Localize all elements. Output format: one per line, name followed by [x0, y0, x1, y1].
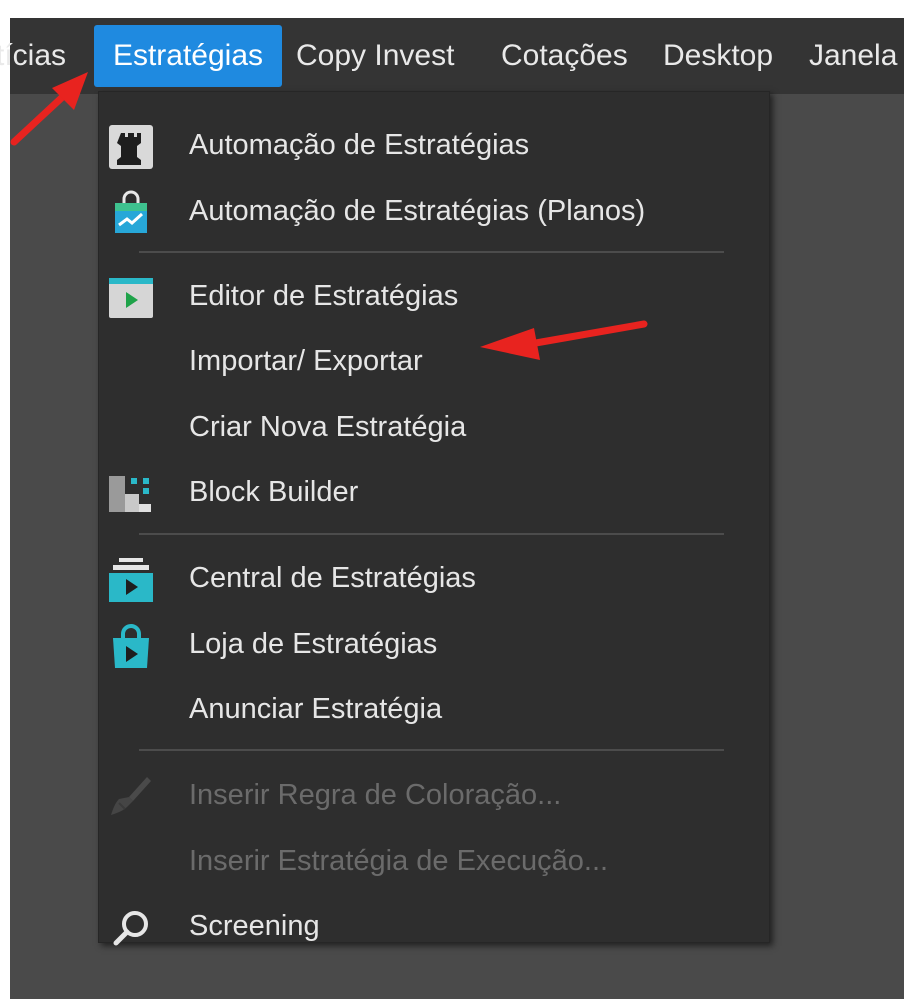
menu-item-label: Loja de Estratégias — [189, 628, 438, 660]
menu-desktop[interactable]: Desktop — [663, 25, 773, 87]
chess-rook-icon — [109, 125, 153, 169]
menu-item-label: Central de Estratégias — [189, 562, 476, 594]
play-window-icon — [109, 278, 153, 318]
menu-estrategias[interactable]: Estratégias — [94, 25, 282, 87]
menu-item-label: Block Builder — [189, 476, 359, 508]
menu-item-label: Automação de Estratégias — [189, 129, 530, 161]
stack-play-icon — [109, 558, 153, 602]
menu-item-automacao-planos[interactable]: Automação de Estratégias (Planos) — [99, 180, 769, 242]
menu-item-label: Criar Nova Estratégia — [189, 411, 467, 443]
menu-item-automacao-estrategias[interactable]: Automação de Estratégias — [99, 114, 769, 176]
menu-item-importar-exportar[interactable]: Importar/ Exportar — [99, 330, 769, 392]
shopping-bag-chart-icon — [115, 190, 147, 233]
shopping-bag-play-icon — [113, 624, 149, 668]
menu-item-editor-estrategias[interactable]: Editor de Estratégias — [99, 265, 769, 327]
menu-item-inserir-estrategia-execucao: Inserir Estratégia de Execução... — [99, 830, 769, 892]
search-icon — [113, 911, 148, 946]
menu-item-label: Inserir Estratégia de Execução... — [189, 845, 609, 877]
menu-cotacoes[interactable]: Cotações — [501, 25, 628, 87]
menu-item-label: Automação de Estratégias (Planos) — [189, 195, 646, 227]
menu-item-central-estrategias[interactable]: Central de Estratégias — [99, 547, 769, 609]
paint-brush-icon — [111, 777, 151, 815]
app-window: tícias Estratégias Copy Invest Cotações … — [0, 18, 904, 999]
menu-item-loja-estrategias[interactable]: Loja de Estratégias — [99, 613, 769, 675]
menu-item-anunciar-estrategia[interactable]: Anunciar Estratégia — [99, 678, 769, 740]
blocks-icon — [109, 476, 151, 512]
menu-janela[interactable]: Janela — [809, 25, 897, 87]
menu-bar: tícias Estratégias Copy Invest Cotações … — [0, 18, 904, 94]
menu-item-criar-nova-estrategia[interactable]: Criar Nova Estratégia — [99, 396, 769, 458]
estrategias-dropdown-menu: Automação de Estratégias Automação de Es… — [98, 91, 770, 946]
menu-item-inserir-regra-coloracao: Inserir Regra de Coloração... — [99, 764, 769, 826]
menu-item-block-builder[interactable]: Block Builder — [99, 461, 769, 523]
menu-item-label: Inserir Regra de Coloração... — [189, 779, 562, 811]
menu-separator — [139, 533, 724, 535]
menu-item-label: Editor de Estratégias — [189, 280, 459, 312]
menu-separator — [139, 251, 724, 253]
menu-item-label: Importar/ Exportar — [189, 345, 423, 377]
menu-item-label: Screening — [189, 910, 320, 942]
menu-item-screening[interactable]: Screening — [99, 895, 769, 957]
menu-separator — [139, 749, 724, 751]
menu-item-label: Anunciar Estratégia — [189, 693, 443, 725]
menu-noticias[interactable]: tícias — [0, 25, 66, 87]
menu-copy-invest[interactable]: Copy Invest — [296, 25, 454, 87]
